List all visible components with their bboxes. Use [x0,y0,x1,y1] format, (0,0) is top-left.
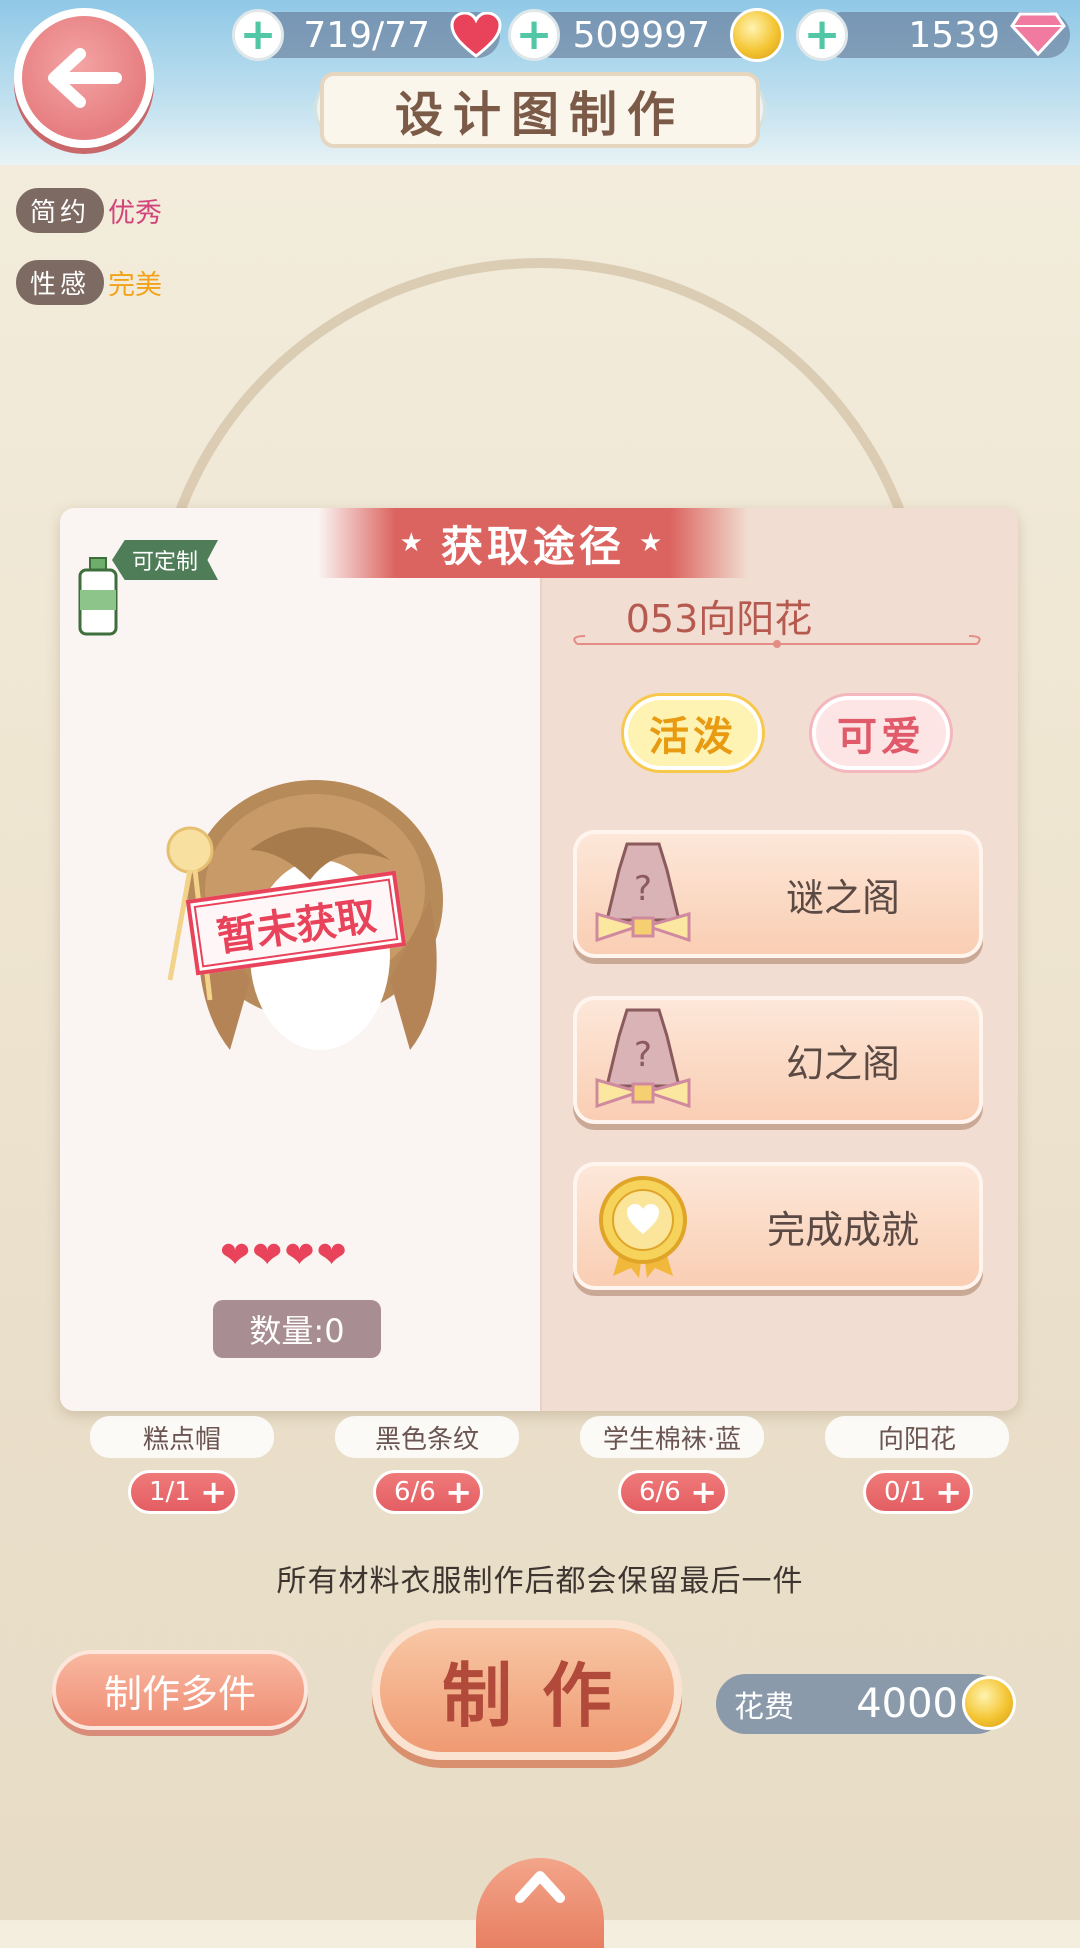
heart-icon: ❤ [284,1235,315,1276]
dye-bottle-icon [78,557,118,636]
source-label: 谜之阁 [785,875,900,920]
cost-label: 花费 [734,1690,794,1725]
style-tag-label: 简约 [16,188,105,233]
coin-icon [730,8,784,62]
material-count: 6/6 [394,1477,436,1507]
material-count: 0/1 [884,1477,926,1507]
material-count-button[interactable]: 6/6 + [373,1470,483,1514]
heart-icon: ❤ [252,1235,283,1276]
chevron-up-icon [515,1871,565,1903]
ornament-divider [573,635,981,648]
heart-icon [450,12,502,58]
customizable-tag: 可定制 [112,540,218,580]
material-name: 学生棉袜·蓝 [580,1416,764,1458]
coin-icon [962,1676,1016,1730]
add-stamina-button[interactable]: + [232,9,284,61]
material-count-button[interactable]: 6/6 + [618,1470,728,1514]
style-tag-row-sexy: 性感 完美 [16,260,162,305]
arrow-left-icon [48,48,122,108]
style-tag-grade: 完美 [108,270,163,301]
star-icon: ★ [639,528,667,558]
material-count: 6/6 [639,1477,681,1507]
material-name: 糕点帽 [90,1416,274,1458]
style-tag-cute: 可爱 [812,696,950,770]
stamina-value: 719/77 [303,14,430,56]
heart-icon: ❤ [220,1235,251,1276]
gold-value: 509997 [572,14,710,56]
add-gold-button[interactable]: + [508,9,560,61]
style-tag-grade: 优秀 [108,198,163,229]
heart-icon: ❤ [316,1235,347,1276]
material-note: 所有材料衣服制作后都会保留最后一件 [276,1564,804,1599]
panel-banner-text: 获取途径 [440,521,625,571]
panel-banner: ★ 获取途径 ★ [318,508,748,578]
source-button-achievement[interactable]: 完成成就 [573,1162,983,1290]
diamond-icon [1010,12,1066,56]
make-button[interactable]: 制作 [372,1620,682,1760]
material-count-button[interactable]: 0/1 + [863,1470,973,1514]
make-multiple-button[interactable]: 制作多件 [52,1650,308,1730]
material-count-button[interactable]: 1/1 + [128,1470,238,1514]
page-title: 设计图制作 [320,72,760,148]
material-name: 向阳花 [825,1416,1009,1458]
style-tag-row-simple: 简约 优秀 [16,188,162,233]
back-button[interactable] [14,8,154,148]
material-count: 1/1 [149,1477,191,1507]
style-tag-label: 性感 [16,260,105,305]
plus-icon: + [690,1473,717,1511]
mystery-dress-icon: ? [595,842,691,943]
source-label: 幻之阁 [785,1041,900,1086]
source-button-illusion-pavilion[interactable]: ? 幻之阁 [573,996,983,1124]
nikki-medal-icon [599,1176,687,1278]
style-tag-lively-label: 活泼 [649,714,737,760]
expand-up-button[interactable] [476,1858,604,1948]
rarity-hearts: ❤ ❤ ❤ ❤ [220,1238,347,1274]
quantity-label: 数量:0 [213,1300,381,1358]
source-label: 完成成就 [766,1207,919,1252]
add-diamond-button[interactable]: + [796,9,848,61]
style-tag-lively: 活泼 [624,696,762,770]
style-tag-cute-label: 可爱 [837,714,925,760]
svg-text:?: ? [634,869,652,909]
mystery-dress-icon: ? [595,1008,691,1109]
material-name: 黑色条纹 [335,1416,519,1458]
plus-icon: + [935,1473,962,1511]
cost-value: 4000 [856,1681,958,1727]
plus-icon: + [445,1473,472,1511]
star-icon: ★ [399,528,427,558]
plus-icon: + [200,1473,227,1511]
source-button-mystery-pavilion[interactable]: ? 谜之阁 [573,830,983,958]
svg-text:?: ? [634,1035,652,1075]
diamond-value: 1539 [908,14,1000,56]
